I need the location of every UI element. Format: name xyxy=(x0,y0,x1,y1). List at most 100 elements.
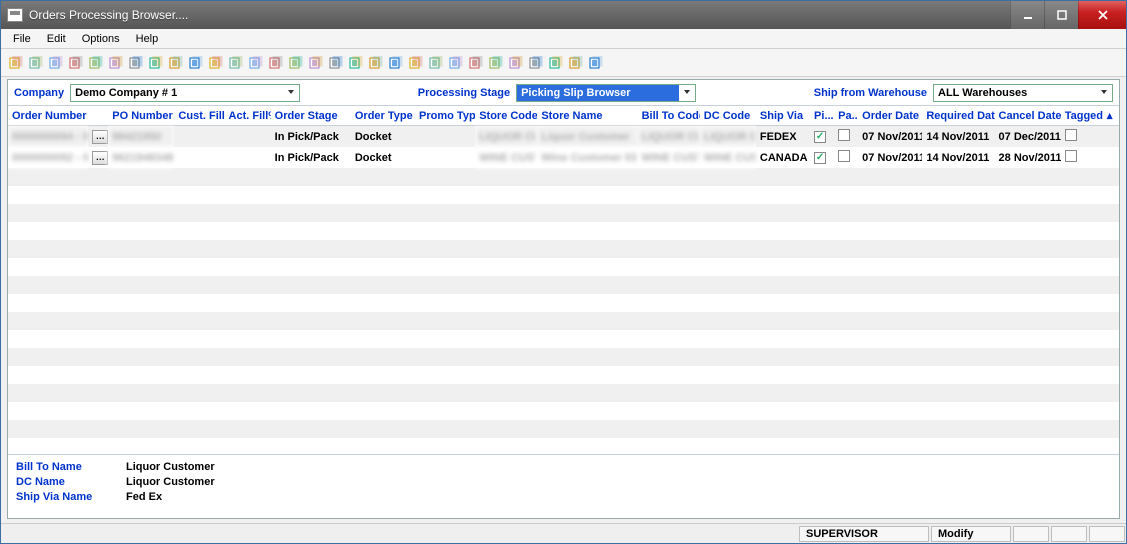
cell-ship-via: FEDEX xyxy=(756,126,810,148)
cell-bill-to-code: WINE CUSTO xyxy=(638,147,700,168)
menu-options[interactable]: Options xyxy=(74,31,128,47)
row-action-button[interactable]: … xyxy=(92,130,108,144)
flag-icon[interactable] xyxy=(347,54,365,72)
grid-icon[interactable] xyxy=(267,54,285,72)
menu-help[interactable]: Help xyxy=(128,31,167,47)
table-row[interactable]: 0000000092 - 01…962194834834In Pick/Pack… xyxy=(8,147,1119,168)
tagged-checkbox[interactable] xyxy=(1065,150,1077,162)
cell-tagged xyxy=(1061,126,1103,148)
cell-order-date: 07 Nov/2011 xyxy=(858,126,922,148)
scroll-up-icon[interactable]: ▴ xyxy=(1103,106,1119,126)
col-po-number[interactable]: PO Number xyxy=(108,106,174,126)
doc-check-icon[interactable] xyxy=(367,54,385,72)
minimize-button[interactable] xyxy=(1010,1,1044,29)
col-cancel-date[interactable]: Cancel Date xyxy=(995,106,1061,126)
menu-edit[interactable]: Edit xyxy=(39,31,74,47)
import-icon[interactable] xyxy=(447,54,465,72)
ship-warehouse-dropdown[interactable]: ALL Warehouses xyxy=(933,84,1113,102)
refresh-green-icon[interactable] xyxy=(207,54,225,72)
col-tagged[interactable]: Tagged xyxy=(1061,106,1103,126)
col-dc-code[interactable]: DC Code xyxy=(700,106,756,126)
col-cust-fill[interactable]: Cust. Fill% xyxy=(174,106,224,126)
unlock-icon[interactable] xyxy=(307,54,325,72)
send-icon[interactable] xyxy=(407,54,425,72)
window-buttons xyxy=(1010,1,1126,29)
lock-icon[interactable] xyxy=(287,54,305,72)
doc-page-icon[interactable] xyxy=(507,54,525,72)
pa-checkbox[interactable] xyxy=(838,129,850,141)
doc-grid-icon[interactable] xyxy=(547,54,565,72)
dc-name-label: DC Name xyxy=(16,476,126,488)
col-pa[interactable]: Pa... xyxy=(834,106,858,126)
help-icon[interactable] xyxy=(587,54,605,72)
processing-stage-label: Processing Stage xyxy=(418,87,510,99)
content-area: Company Demo Company # 1 Processing Stag… xyxy=(7,79,1120,519)
cell-scroll xyxy=(1103,147,1119,168)
cell-required-date: 14 Nov/2011 xyxy=(922,126,994,148)
doc-detail-icon[interactable] xyxy=(487,54,505,72)
col-required-date[interactable]: Required Date xyxy=(922,106,994,126)
doc-lines-icon[interactable] xyxy=(527,54,545,72)
col-ship-via[interactable]: Ship Via xyxy=(756,106,810,126)
company-value: Demo Company # 1 xyxy=(75,87,177,99)
go-back-icon[interactable] xyxy=(167,54,185,72)
table-icon[interactable] xyxy=(107,54,125,72)
titlebar[interactable]: Orders Processing Browser.... xyxy=(1,1,1126,29)
col-store-code[interactable]: Store Code xyxy=(475,106,537,126)
table-row xyxy=(8,330,1119,348)
cell-store-name: Wine Customer 033 xyxy=(537,147,637,168)
filter2-icon[interactable] xyxy=(147,54,165,72)
col-promo-type[interactable]: Promo Type xyxy=(415,106,475,126)
col-pi[interactable]: Pi... xyxy=(810,106,834,126)
status-mode: Modify xyxy=(931,526,1011,542)
pencil-icon[interactable] xyxy=(7,54,25,72)
ship-via-name-label: Ship Via Name xyxy=(16,491,126,503)
col-order-number[interactable]: Order Number xyxy=(8,106,88,126)
filter1-icon[interactable] xyxy=(127,54,145,72)
checklist-icon[interactable] xyxy=(87,54,105,72)
table-row xyxy=(8,420,1119,438)
bill-to-name-value: Liquor Customer xyxy=(126,461,1111,473)
col-bill-to-code[interactable]: Bill To Code xyxy=(638,106,700,126)
docs-icon[interactable] xyxy=(27,54,45,72)
col-act-fill[interactable]: Act. Fill% xyxy=(225,106,271,126)
col-action[interactable] xyxy=(88,106,108,126)
chevron-down-icon xyxy=(287,87,295,99)
menu-file[interactable]: File xyxy=(5,31,39,47)
close-button[interactable] xyxy=(1078,1,1126,29)
refresh-red-icon[interactable] xyxy=(227,54,245,72)
tagged-checkbox[interactable] xyxy=(1065,129,1077,141)
doc-copy-icon[interactable] xyxy=(387,54,405,72)
col-order-date[interactable]: Order Date xyxy=(858,106,922,126)
paste-icon[interactable] xyxy=(67,54,85,72)
find-icon[interactable] xyxy=(327,54,345,72)
stop-icon[interactable] xyxy=(247,54,265,72)
cell-order-stage: In Pick/Pack xyxy=(271,147,351,168)
export-icon[interactable] xyxy=(427,54,445,72)
status-empty-1 xyxy=(1013,526,1049,542)
table-row xyxy=(8,348,1119,366)
copy-icon[interactable] xyxy=(47,54,65,72)
cell-cust-fill xyxy=(174,126,224,148)
toolbar xyxy=(1,49,1126,77)
row-action-button[interactable]: … xyxy=(92,151,108,165)
pi-checkbox[interactable] xyxy=(814,131,826,143)
col-order-stage[interactable]: Order Stage xyxy=(271,106,351,126)
status-empty-2 xyxy=(1051,526,1087,542)
cell-tagged xyxy=(1061,147,1103,168)
col-order-type[interactable]: Order Type xyxy=(351,106,415,126)
go-forward-icon[interactable] xyxy=(187,54,205,72)
grid-container[interactable]: Order Number PO Number Cust. Fill% Act. … xyxy=(8,106,1119,454)
pi-checkbox[interactable] xyxy=(814,152,826,164)
company-dropdown[interactable]: Demo Company # 1 xyxy=(70,84,300,102)
maximize-button[interactable] xyxy=(1044,1,1078,29)
processing-stage-dropdown[interactable]: Picking Slip Browser xyxy=(516,84,696,102)
doc-list-icon[interactable] xyxy=(467,54,485,72)
tag-icon[interactable] xyxy=(567,54,585,72)
table-row xyxy=(8,222,1119,240)
table-row[interactable]: 0000000094 - 01…98421950In Pick/PackDock… xyxy=(8,126,1119,148)
col-store-name[interactable]: Store Name xyxy=(537,106,637,126)
pa-checkbox[interactable] xyxy=(838,150,850,162)
ship-via-name-value: Fed Ex xyxy=(126,491,1111,503)
cell-act-fill xyxy=(225,126,271,148)
